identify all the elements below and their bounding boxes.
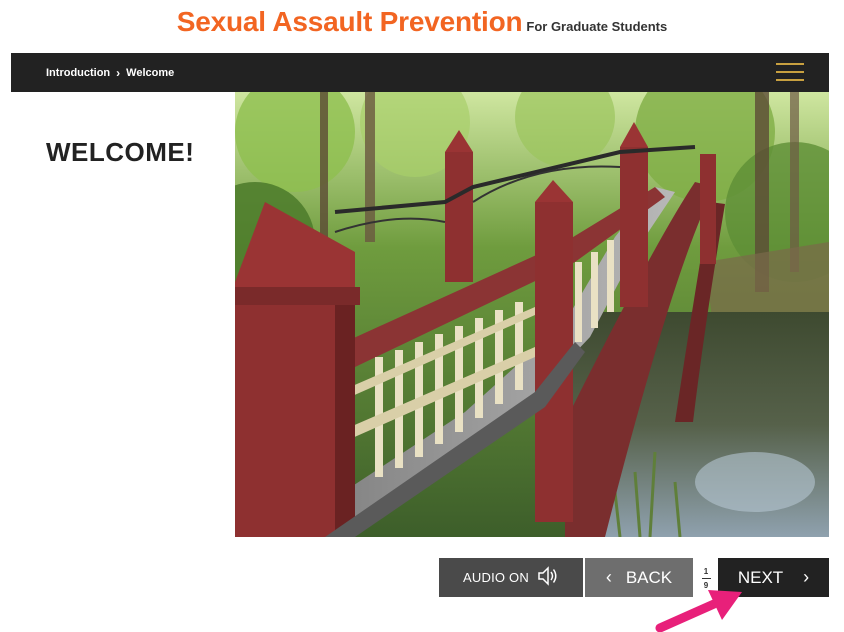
footbridge-photo — [235, 92, 829, 537]
breadcrumb: Introduction › Welcome — [46, 53, 174, 92]
breadcrumb-current: Welcome — [126, 66, 175, 79]
audio-label: AUDIO ON — [463, 570, 529, 585]
breadcrumb-section[interactable]: Introduction — [46, 67, 110, 79]
next-label: NEXT — [737, 567, 784, 587]
audio-toggle-button[interactable]: AUDIO ON — [439, 558, 583, 597]
speaker-icon — [537, 566, 559, 589]
annotation-arrow-icon — [655, 590, 742, 632]
course-title: Sexual Assault Prevention — [176, 6, 523, 37]
hamburger-menu-button[interactable] — [776, 61, 804, 83]
breadcrumb-separator: › — [116, 65, 121, 80]
chevron-right-icon: › — [803, 567, 810, 587]
page-divider — [701, 577, 711, 579]
hamburger-menu-icon — [776, 63, 804, 65]
course-header: Sexual Assault Prevention For Graduate S… — [0, 6, 844, 46]
chevron-left-icon: ‹ — [605, 567, 612, 587]
navbar: Introduction › Welcome — [11, 53, 829, 92]
course-subtitle: For Graduate Students — [526, 19, 668, 34]
page-current: 1 — [703, 566, 709, 576]
page-title: WELCOME! — [46, 137, 195, 167]
